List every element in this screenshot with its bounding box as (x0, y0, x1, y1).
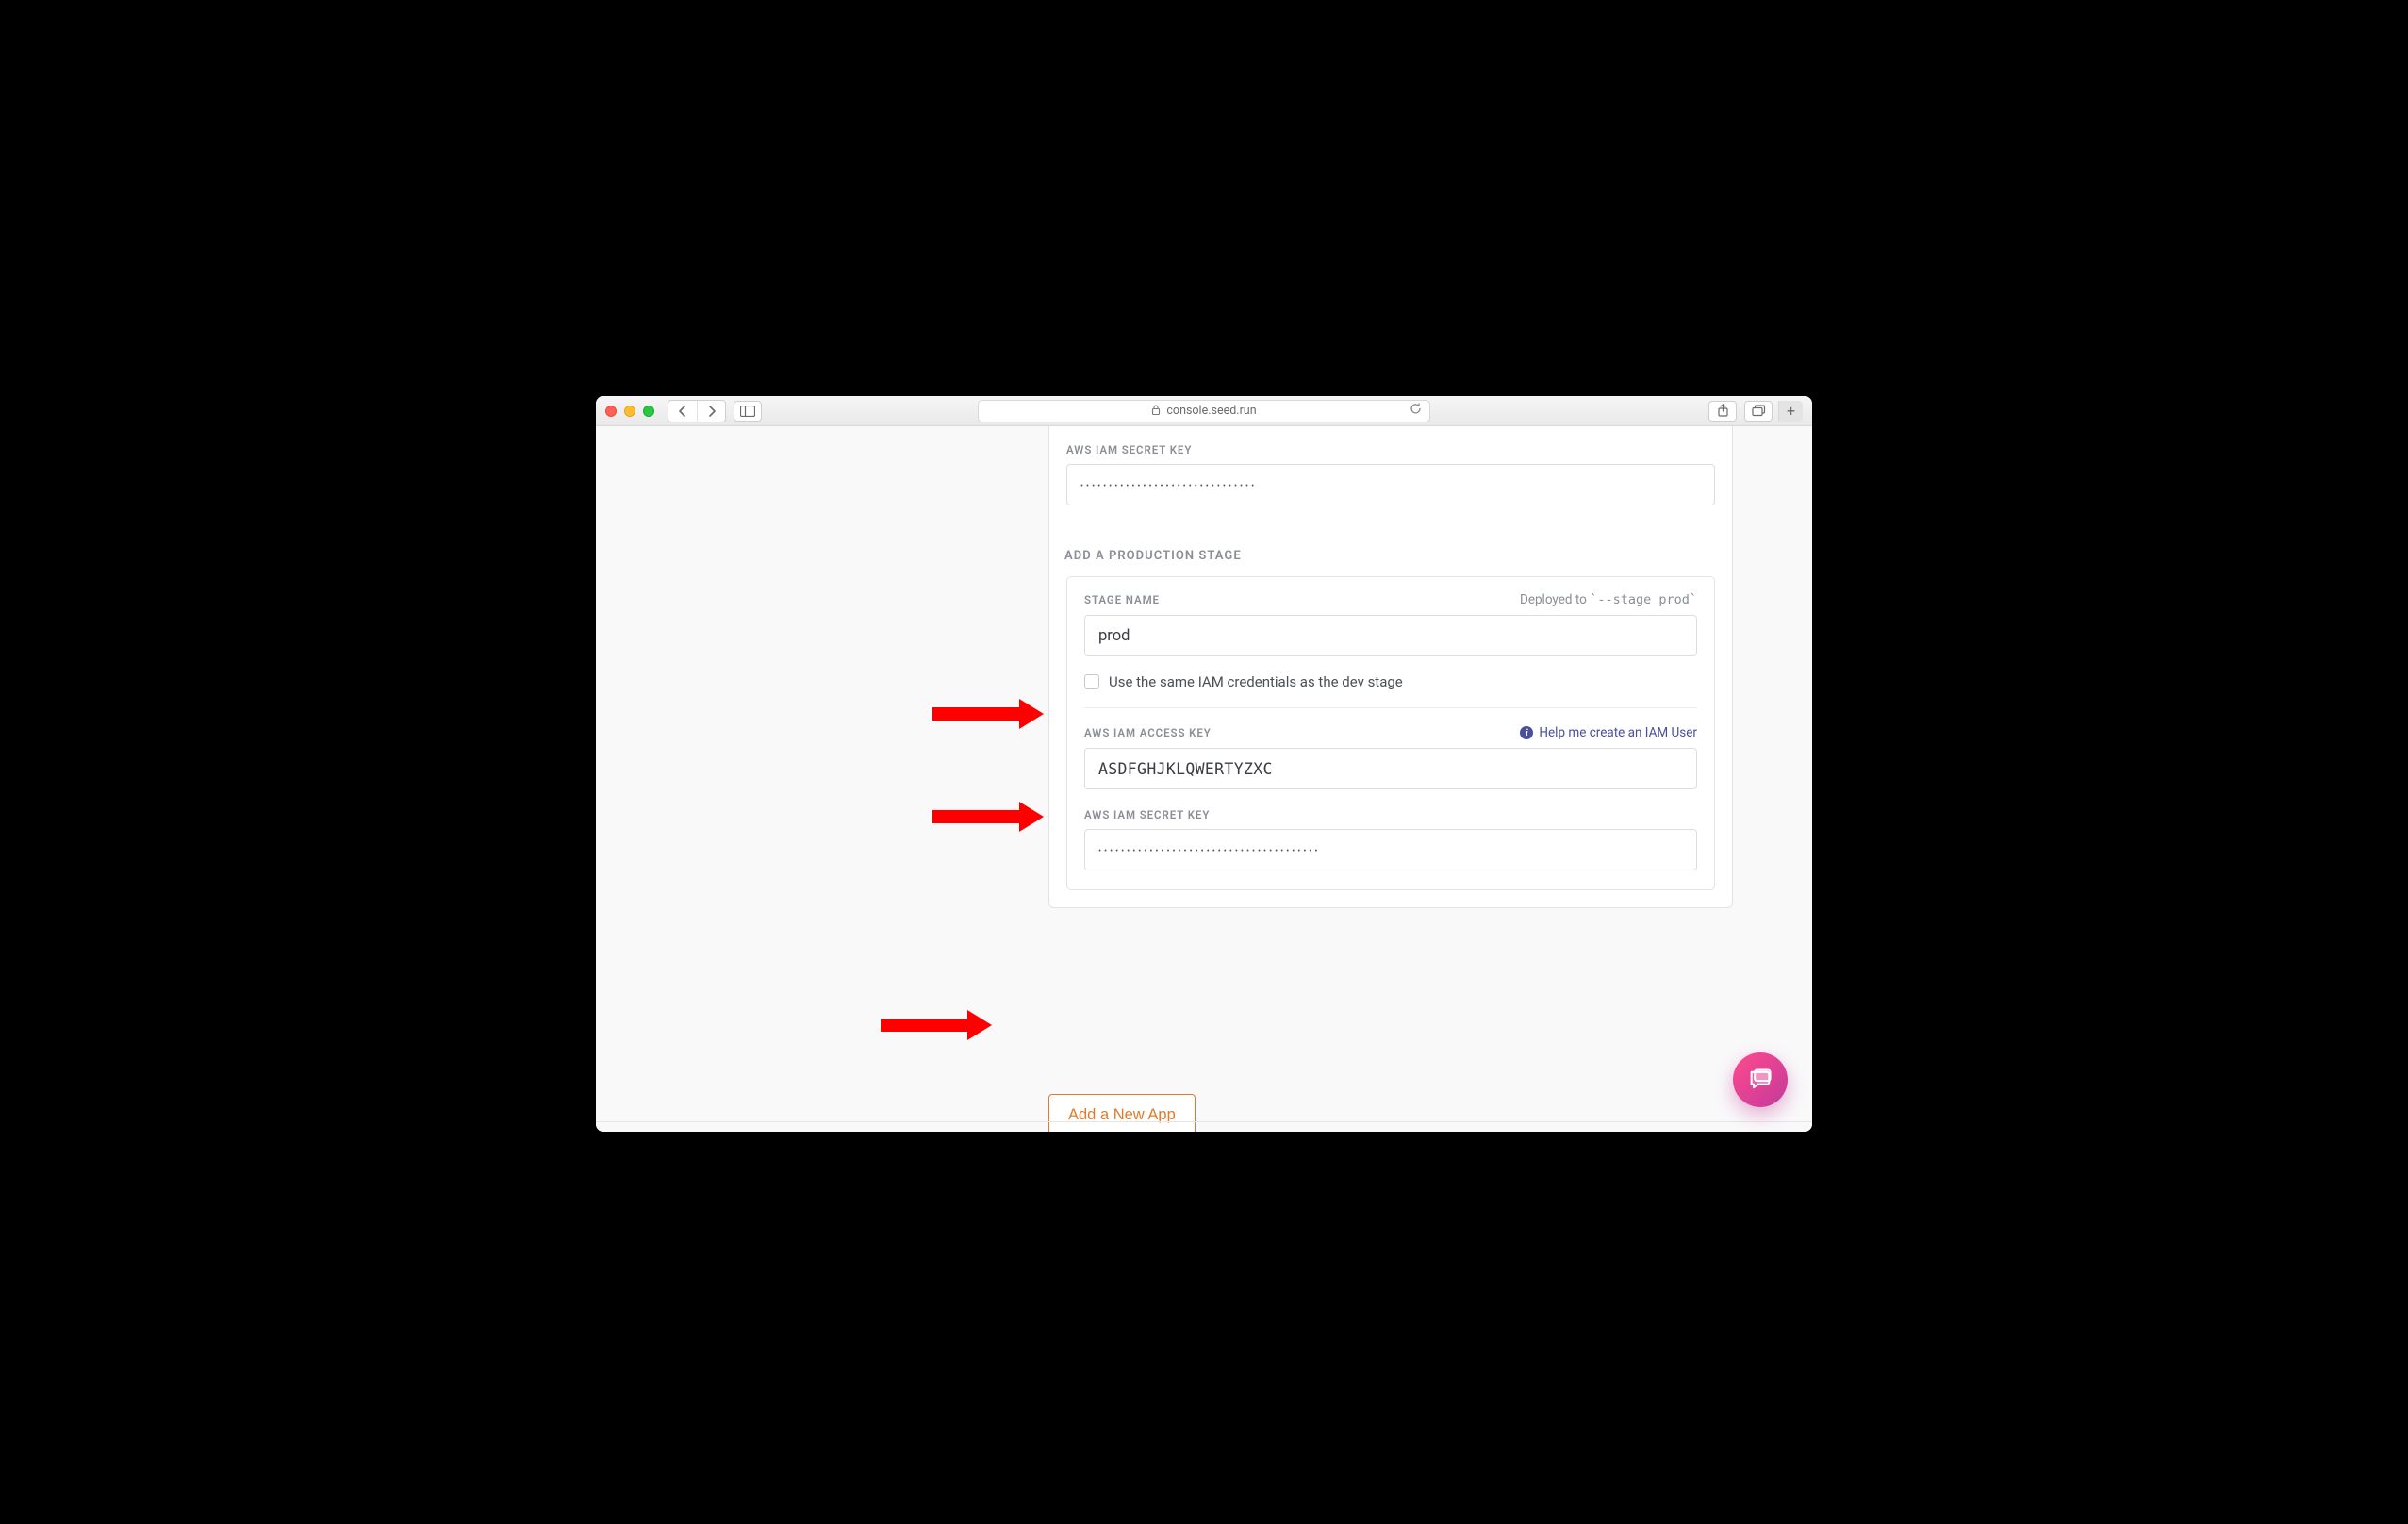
deploy-hint: Deployed to `--stage prod` (1520, 592, 1697, 607)
address-bar[interactable]: console.seed.run (978, 400, 1430, 422)
prod-section-header: ADD A PRODUCTION STAGE (1064, 549, 1715, 563)
back-button[interactable] (668, 401, 697, 422)
fullscreen-icon[interactable] (643, 406, 654, 417)
forward-button[interactable] (697, 401, 725, 422)
prod-secret-key-input[interactable] (1084, 829, 1697, 870)
new-tab-button[interactable]: + (1778, 401, 1803, 422)
page-content: AWS IAM SECRET KEY ADD A PRODUCTION STAG… (596, 426, 1812, 1132)
lock-icon (1151, 405, 1161, 418)
window-controls (605, 406, 654, 417)
footer-divider (596, 1121, 1812, 1122)
titlebar: console.seed.run + (596, 396, 1812, 426)
same-credentials-checkbox[interactable] (1084, 674, 1099, 689)
share-button[interactable] (1708, 401, 1737, 422)
access-key-input[interactable] (1084, 748, 1697, 789)
chat-widget-button[interactable] (1733, 1052, 1788, 1107)
prod-secret-key-label: AWS IAM SECRET KEY (1084, 808, 1697, 821)
close-icon[interactable] (605, 406, 617, 417)
help-iam-link[interactable]: i Help me create an IAM User (1520, 725, 1697, 740)
stage-name-label: STAGE NAME (1084, 593, 1160, 606)
url-host: console.seed.run (1166, 404, 1256, 418)
same-credentials-row[interactable]: Use the same IAM credentials as the dev … (1084, 673, 1697, 708)
nav-buttons (668, 400, 726, 422)
stage-config-panel: AWS IAM SECRET KEY ADD A PRODUCTION STAG… (1048, 426, 1733, 908)
same-credentials-label: Use the same IAM credentials as the dev … (1109, 673, 1403, 690)
dev-secret-key-label: AWS IAM SECRET KEY (1066, 443, 1715, 456)
info-icon: i (1520, 726, 1533, 739)
refresh-icon[interactable] (1410, 403, 1422, 419)
stage-name-input[interactable] (1084, 615, 1697, 656)
minimize-icon[interactable] (624, 406, 635, 417)
prod-stage-box: STAGE NAME Deployed to `--stage prod` Us… (1066, 576, 1715, 890)
dev-secret-key-input[interactable] (1066, 464, 1715, 505)
sidebar-toggle-button[interactable] (734, 401, 762, 422)
access-key-label: AWS IAM ACCESS KEY (1084, 726, 1212, 739)
safari-window: console.seed.run + AWS IAM SECRET KEY (596, 396, 1812, 1132)
add-new-app-button[interactable]: Add a New App (1048, 1094, 1196, 1132)
tabs-button[interactable] (1744, 401, 1773, 422)
